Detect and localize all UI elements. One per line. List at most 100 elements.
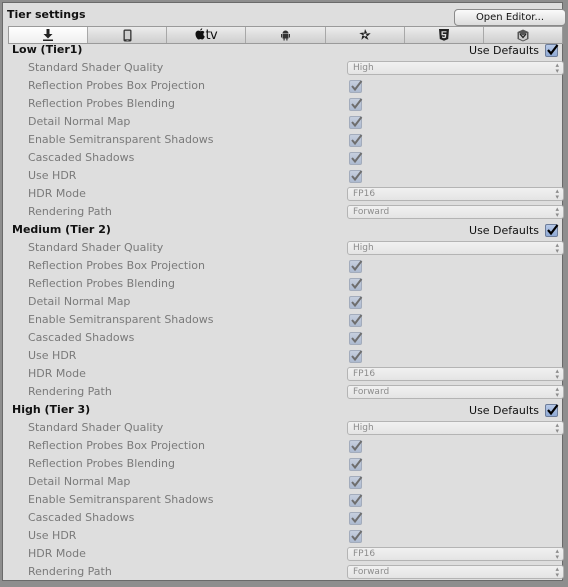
setting-label: Cascaded Shadows	[28, 511, 135, 524]
hdr-mode-dropdown[interactable]: FP16 ▴ ▾	[347, 547, 564, 561]
setting-label: Use HDR	[28, 529, 77, 542]
setting-label: Rendering Path	[28, 385, 112, 398]
checkmark-icon	[351, 440, 363, 452]
html5-icon	[438, 29, 449, 41]
checkmark-icon	[351, 314, 363, 326]
rendering-path-dropdown[interactable]: Forward ▴ ▾	[347, 205, 564, 219]
dropdown-value: High	[353, 243, 374, 253]
standard-shader-quality-dropdown[interactable]: High ▴ ▾	[347, 421, 564, 435]
hdr-mode-dropdown[interactable]: FP16 ▴ ▾	[347, 187, 564, 201]
setting-row-standard-shader-quality: Standard Shader Quality High ▴ ▾	[3, 419, 564, 437]
updown-arrows-icon: ▴ ▾	[555, 385, 559, 399]
tizen-icon	[358, 29, 371, 40]
box-icon	[517, 29, 529, 41]
use-defaults-checkbox[interactable]	[545, 403, 559, 417]
tier-section-2: Medium (Tier 2) Use Defaults Standard Sh…	[3, 221, 564, 401]
setting-row-cascaded-shadows: Cascaded Shadows	[3, 149, 564, 167]
setting-row-rendering-path: Rendering Path Forward ▴ ▾	[3, 383, 564, 401]
use-defaults-toggle[interactable]: Use Defaults	[469, 401, 559, 419]
setting-label: Enable Semitransparent Shadows	[28, 133, 214, 146]
setting-label: Reflection Probes Blending	[28, 277, 175, 290]
open-editor-button[interactable]: Open Editor...	[454, 9, 566, 26]
checkmark-icon	[351, 458, 363, 470]
setting-label: Rendering Path	[28, 565, 112, 578]
detail-normal-map-checkbox[interactable]	[349, 296, 363, 309]
setting-label: Detail Normal Map	[28, 295, 131, 308]
setting-row-detail-normal-map: Detail Normal Map	[3, 113, 564, 131]
standard-shader-quality-dropdown[interactable]: High ▴ ▾	[347, 241, 564, 255]
setting-label: Enable Semitransparent Shadows	[28, 313, 214, 326]
setting-label: Cascaded Shadows	[28, 331, 135, 344]
dropdown-value: Forward	[353, 567, 390, 577]
checkmark-icon	[351, 332, 363, 344]
cascaded-shadows-checkbox[interactable]	[349, 332, 363, 345]
checkmark-icon	[547, 223, 559, 235]
cascaded-shadows-checkbox[interactable]	[349, 512, 363, 525]
updown-arrows-icon: ▴ ▾	[555, 565, 559, 579]
setting-label: HDR Mode	[28, 187, 86, 200]
checkmark-icon	[351, 296, 363, 308]
updown-arrows-icon: ▴ ▾	[555, 187, 559, 201]
use-defaults-checkbox[interactable]	[545, 43, 559, 57]
setting-row-enable-semitransparent-shadows: Enable Semitransparent Shadows	[3, 311, 564, 329]
setting-row-reflection-probes-box-projection: Reflection Probes Box Projection	[3, 77, 564, 95]
setting-row-standard-shader-quality: Standard Shader Quality High ▴ ▾	[3, 59, 564, 77]
reflection-probes-box-projection-checkbox[interactable]	[349, 260, 363, 273]
reflection-probes-box-projection-checkbox[interactable]	[349, 440, 363, 453]
updown-arrows-icon: ▴ ▾	[555, 241, 559, 255]
use-hdr-checkbox[interactable]	[349, 350, 363, 363]
use-defaults-toggle[interactable]: Use Defaults	[469, 41, 559, 59]
setting-label: Reflection Probes Box Projection	[28, 79, 205, 92]
setting-label: Reflection Probes Box Projection	[28, 439, 205, 452]
setting-row-hdr-mode: HDR Mode FP16 ▴ ▾	[3, 185, 564, 203]
detail-normal-map-checkbox[interactable]	[349, 476, 363, 489]
detail-normal-map-checkbox[interactable]	[349, 116, 363, 129]
setting-label: Detail Normal Map	[28, 115, 131, 128]
cascaded-shadows-checkbox[interactable]	[349, 152, 363, 165]
enable-semitransparent-shadows-checkbox[interactable]	[349, 494, 363, 507]
reflection-probes-box-projection-checkbox[interactable]	[349, 80, 363, 93]
checkmark-icon	[351, 476, 363, 488]
checkmark-icon	[351, 260, 363, 272]
checkmark-icon	[351, 152, 363, 164]
standard-shader-quality-dropdown[interactable]: High ▴ ▾	[347, 61, 564, 75]
dropdown-value: FP16	[353, 189, 376, 199]
setting-row-enable-semitransparent-shadows: Enable Semitransparent Shadows	[3, 131, 564, 149]
use-defaults-label: Use Defaults	[469, 403, 539, 417]
use-defaults-checkbox[interactable]	[545, 223, 559, 237]
setting-row-reflection-probes-box-projection: Reflection Probes Box Projection	[3, 257, 564, 275]
setting-label: Standard Shader Quality	[28, 241, 164, 254]
use-hdr-checkbox[interactable]	[349, 530, 363, 543]
setting-label: HDR Mode	[28, 547, 86, 560]
reflection-probes-blending-checkbox[interactable]	[349, 98, 363, 111]
updown-arrows-icon: ▴ ▾	[555, 547, 559, 561]
checkmark-icon	[351, 116, 363, 128]
reflection-probes-blending-checkbox[interactable]	[349, 458, 363, 471]
setting-row-hdr-mode: HDR Mode FP16 ▴ ▾	[3, 365, 564, 383]
setting-label: Enable Semitransparent Shadows	[28, 493, 214, 506]
checkmark-icon	[547, 43, 559, 55]
updown-arrows-icon: ▴ ▾	[555, 367, 559, 381]
use-hdr-checkbox[interactable]	[349, 170, 363, 183]
rendering-path-dropdown[interactable]: Forward ▴ ▾	[347, 385, 564, 399]
enable-semitransparent-shadows-checkbox[interactable]	[349, 314, 363, 327]
checkmark-icon	[351, 170, 363, 182]
tier-title: High (Tier 3)	[12, 403, 91, 416]
setting-row-use-hdr: Use HDR	[3, 347, 564, 365]
hdr-mode-dropdown[interactable]: FP16 ▴ ▾	[347, 367, 564, 381]
checkmark-icon	[351, 98, 363, 110]
checkmark-icon	[351, 80, 363, 92]
dropdown-value: High	[353, 63, 374, 73]
dropdown-value: Forward	[353, 387, 390, 397]
setting-label: Standard Shader Quality	[28, 421, 164, 434]
setting-row-rendering-path: Rendering Path Forward ▴ ▾	[3, 563, 564, 581]
enable-semitransparent-shadows-checkbox[interactable]	[349, 134, 363, 147]
setting-label: Detail Normal Map	[28, 475, 131, 488]
phone-icon	[123, 29, 132, 41]
tier-section-3: High (Tier 3) Use Defaults Standard Shad…	[3, 401, 564, 581]
use-defaults-toggle[interactable]: Use Defaults	[469, 221, 559, 239]
rendering-path-dropdown[interactable]: Forward ▴ ▾	[347, 565, 564, 579]
setting-row-detail-normal-map: Detail Normal Map	[3, 473, 564, 491]
updown-arrows-icon: ▴ ▾	[555, 61, 559, 75]
reflection-probes-blending-checkbox[interactable]	[349, 278, 363, 291]
